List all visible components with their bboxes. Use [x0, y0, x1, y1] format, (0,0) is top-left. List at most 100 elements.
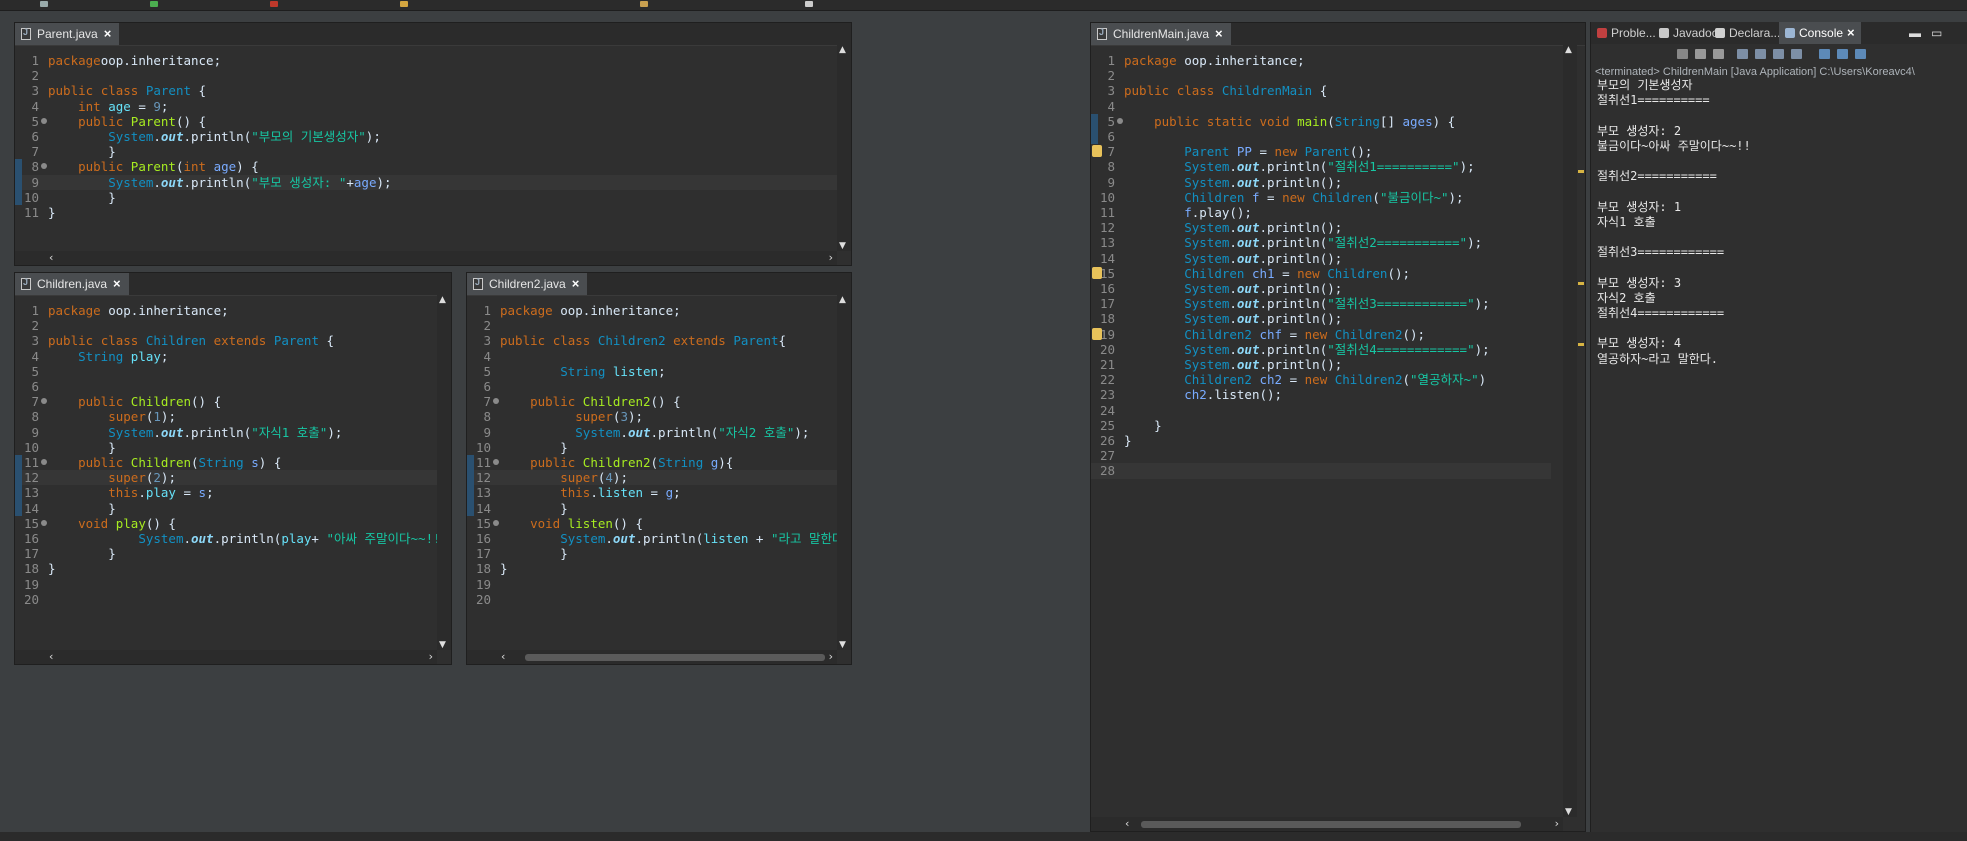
code-line[interactable]: 20 System.out.println("절취선4============"… [1091, 342, 1551, 357]
toolbar-perspective-icon[interactable] [805, 1, 813, 7]
close-icon[interactable]: × [1215, 27, 1223, 40]
open-console-icon[interactable] [1855, 49, 1866, 59]
code-line[interactable]: 1 package oop.inheritance; [467, 303, 837, 318]
tab-children-java[interactable]: Children.java × [15, 273, 129, 295]
code-line[interactable]: 5 [15, 364, 437, 379]
code-line[interactable]: 4 int age = 9; [15, 99, 837, 114]
code-line[interactable]: 9 System.out.println("부모 생성자: "+age); [15, 174, 837, 190]
minimize-button[interactable]: ▬ [1909, 22, 1921, 44]
tab-console[interactable]: Console × [1779, 22, 1861, 44]
scroll-left-icon[interactable]: ‹ [1125, 817, 1129, 830]
remove-all-icon[interactable] [1713, 49, 1724, 59]
code-line[interactable]: 17 } [15, 546, 437, 561]
terminate-icon[interactable] [1677, 49, 1688, 59]
horizontal-scrollbar[interactable]: ‹ › [15, 650, 437, 664]
code-line[interactable]: 16 System.out.println(play+ "아싸 주말이다~~!!… [15, 531, 451, 546]
code-line[interactable]: 8 super(1); [15, 409, 437, 424]
code-line[interactable]: 6 [15, 379, 437, 394]
code-editor[interactable]: 1 package oop.inheritance; 2 3 public class … [15, 295, 451, 650]
code-line[interactable]: 14 System.out.println(); [1091, 251, 1551, 266]
close-icon[interactable]: × [104, 27, 112, 40]
clear-console-icon[interactable] [1737, 49, 1748, 59]
code-line[interactable]: 11 public Children2(String g){ [467, 455, 837, 471]
code-line[interactable]: 12 System.out.println(); [1091, 220, 1551, 235]
code-editor[interactable]: 1 packageoop.inheritance; 2 3 public class P… [15, 45, 851, 251]
fold-icon[interactable] [493, 398, 499, 405]
fold-icon[interactable] [1117, 117, 1123, 124]
code-line[interactable]: 24 [1091, 403, 1551, 418]
tab-childrenmain-java[interactable]: ChildrenMain.java × [1091, 23, 1231, 45]
warning-marker[interactable] [1578, 343, 1584, 346]
code-line[interactable]: 7 } [15, 144, 837, 159]
code-line[interactable]: 12 super(2); [15, 470, 437, 486]
code-line[interactable]: 3 public class ChildrenMain { [1091, 83, 1551, 98]
code-line[interactable]: 18} [467, 561, 837, 576]
fold-icon[interactable] [41, 163, 47, 170]
scroll-right-icon[interactable]: › [1555, 817, 1559, 830]
show-on-output-icon[interactable] [1791, 49, 1802, 59]
code-line[interactable]: 11} [15, 205, 837, 220]
close-icon[interactable]: × [572, 277, 580, 290]
code-line[interactable]: 1 packageoop.inheritance; [15, 53, 837, 68]
code-line[interactable]: 8 System.out.println("절취선1=========="); [1091, 159, 1551, 174]
vertical-scrollbar[interactable]: ▲ ▼ [837, 295, 851, 650]
code-line[interactable]: 20 [467, 592, 837, 607]
scroll-down-icon[interactable]: ▼ [839, 241, 846, 251]
toolbar-save-icon[interactable] [40, 1, 48, 7]
maximize-button[interactable]: ▭ [1931, 22, 1942, 44]
code-line[interactable]: 4 [1091, 99, 1551, 114]
scroll-down-icon[interactable]: ▼ [839, 640, 846, 650]
code-line[interactable]: 14 } [15, 500, 437, 516]
overview-ruler[interactable] [1577, 45, 1585, 817]
horizontal-scrollbar[interactable]: ‹ › [15, 251, 837, 265]
pin-console-icon[interactable] [1819, 49, 1830, 59]
scroll-up-icon[interactable]: ▲ [839, 45, 846, 55]
code-line[interactable]: 2 [1091, 68, 1551, 83]
code-line[interactable]: 20 [15, 592, 437, 607]
code-line[interactable]: 15 Children ch1 = new Children(); [1091, 266, 1551, 281]
code-line[interactable]: 4 [467, 349, 837, 364]
code-line[interactable]: 4 String play; [15, 349, 437, 364]
scroll-up-icon[interactable]: ▲ [839, 295, 846, 305]
code-line[interactable]: 5 public static void main(String[] ages)… [1091, 113, 1551, 129]
code-editor[interactable]: 1 package oop.inheritance; 2 3 public class … [467, 295, 851, 650]
scroll-right-icon[interactable]: › [829, 650, 833, 663]
code-line[interactable]: 2 [467, 318, 837, 333]
code-line[interactable]: 9 System.out.println("자식1 호출"); [15, 425, 437, 440]
code-line[interactable]: 17 } [467, 546, 837, 561]
warning-marker[interactable] [1578, 170, 1584, 173]
tab-parent-java[interactable]: Parent.java × [15, 23, 120, 45]
code-line[interactable]: 15 void listen() { [467, 516, 837, 531]
fold-icon[interactable] [41, 398, 47, 405]
vertical-scrollbar[interactable]: ▲ ▼ [1563, 45, 1577, 817]
scroll-up-icon[interactable]: ▲ [439, 295, 446, 305]
scroll-thumb[interactable] [525, 654, 825, 661]
code-line[interactable]: 16 System.out.println(); [1091, 281, 1551, 296]
toolbar-run-icon[interactable] [150, 1, 158, 7]
code-line[interactable]: 2 [15, 318, 437, 333]
code-line[interactable]: 10 } [15, 189, 837, 205]
code-line[interactable]: 7 public Children() { [15, 394, 437, 409]
code-line[interactable]: 6 [467, 379, 837, 394]
scroll-down-icon[interactable]: ▼ [439, 640, 446, 650]
code-line[interactable]: 15 void play() { [15, 516, 437, 531]
scroll-left-icon[interactable]: ‹ [501, 650, 505, 663]
scroll-up-icon[interactable]: ▲ [1565, 45, 1572, 55]
code-line[interactable]: 8 public Parent(int age) { [15, 159, 837, 175]
fold-icon[interactable] [41, 459, 47, 465]
fold-icon[interactable] [41, 519, 47, 526]
code-line[interactable]: 21 System.out.println(); [1091, 357, 1551, 372]
code-line[interactable]: 3 public class Children2 extends Parent{ [467, 333, 837, 348]
code-line[interactable]: 5 String listen; [467, 364, 837, 379]
code-line[interactable]: 2 [15, 68, 837, 83]
tab-children2-java[interactable]: Children2.java × [467, 273, 588, 295]
scroll-thumb[interactable] [1141, 821, 1521, 828]
warning-icon[interactable] [1092, 145, 1102, 158]
code-line[interactable]: 10 Children f = new Children("불금이다~"); [1091, 190, 1551, 205]
code-line[interactable]: 7 public Children2() { [467, 394, 837, 409]
code-line[interactable]: 16 System.out.println(listen + "라고 말한다." [467, 531, 851, 546]
tab-javadoc[interactable]: Javadoc [1659, 22, 1718, 44]
code-line[interactable]: 14 } [467, 500, 837, 516]
code-line[interactable]: 23 ch2.listen(); [1091, 387, 1551, 402]
close-icon[interactable]: × [1847, 26, 1855, 39]
